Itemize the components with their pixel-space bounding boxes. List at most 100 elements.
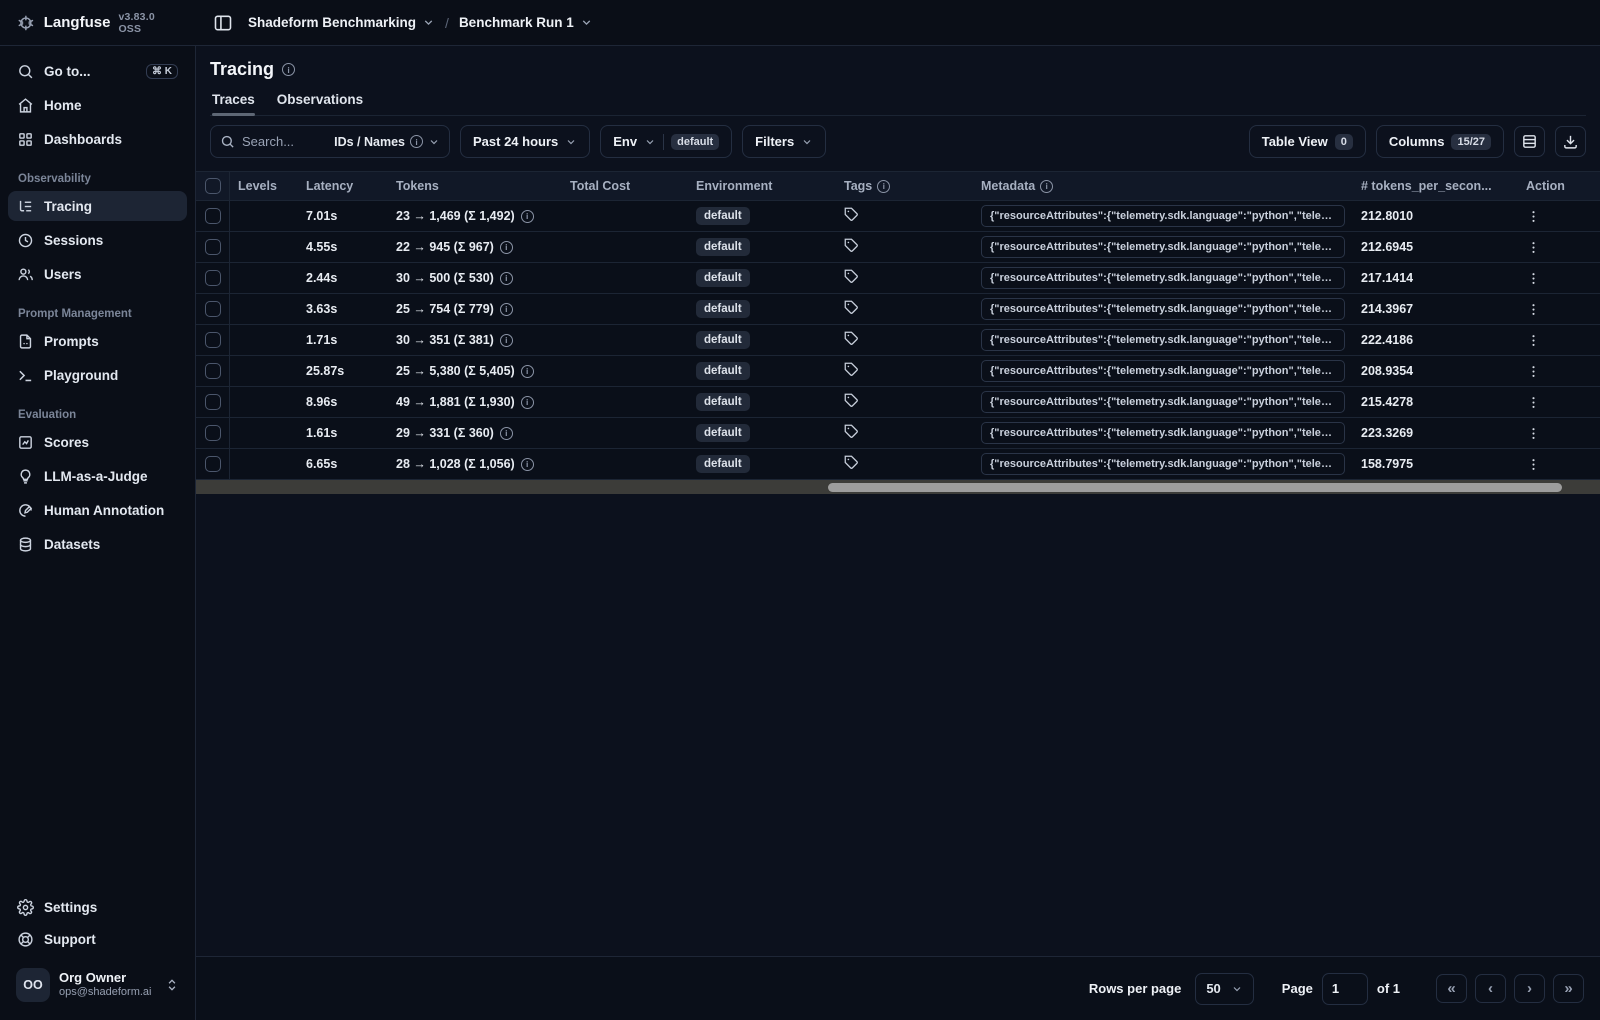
sidebar-toggle-button[interactable] <box>208 8 238 38</box>
columns-button[interactable]: Columns 15/27 <box>1375 125 1504 158</box>
table-row[interactable]: 6.65s 28 → 1,028 (Σ 1,056) default {"res… <box>196 449 1600 480</box>
row-checkbox[interactable] <box>204 270 221 286</box>
info-icon[interactable] <box>499 426 513 440</box>
metadata-box[interactable]: {"resourceAttributes":{"telemetry.sdk.la… <box>981 422 1345 444</box>
info-icon[interactable] <box>499 333 513 347</box>
sidebar-item-scores[interactable]: Scores <box>8 427 187 457</box>
tag-icon[interactable] <box>844 300 859 315</box>
metadata-box[interactable]: {"resourceAttributes":{"telemetry.sdk.la… <box>981 205 1345 227</box>
metadata-box[interactable]: {"resourceAttributes":{"telemetry.sdk.la… <box>981 236 1345 258</box>
tag-icon[interactable] <box>844 362 859 377</box>
row-menu-button[interactable] <box>1526 395 1541 410</box>
sidebar-item-home[interactable]: Home <box>8 90 187 120</box>
sidebar-item-support[interactable]: Support <box>8 924 187 954</box>
tag-icon[interactable] <box>844 269 859 284</box>
info-icon[interactable] <box>520 395 534 409</box>
info-icon[interactable] <box>520 209 534 223</box>
sidebar-item-llm-as-a-judge[interactable]: LLM-as-a-Judge <box>8 461 187 491</box>
tag-icon[interactable] <box>844 207 859 222</box>
table-row[interactable]: 1.71s 30 → 351 (Σ 381) default {"resourc… <box>196 325 1600 356</box>
table-view-button[interactable]: Table View 0 <box>1248 125 1366 158</box>
header-metadata[interactable]: Metadata <box>973 179 1353 193</box>
header-latency[interactable]: Latency <box>298 179 388 193</box>
filters-button[interactable]: Filters <box>742 125 827 158</box>
row-checkbox[interactable] <box>204 332 221 348</box>
header-environment[interactable]: Environment <box>688 179 836 193</box>
sidebar-item-settings[interactable]: Settings <box>8 892 187 922</box>
row-checkbox[interactable] <box>204 394 221 410</box>
first-page-button[interactable]: « <box>1436 974 1467 1003</box>
tab-traces[interactable]: Traces <box>212 92 255 116</box>
scrollbar-thumb[interactable] <box>827 482 1563 492</box>
row-menu-button[interactable] <box>1526 209 1541 224</box>
row-checkbox[interactable] <box>204 363 221 379</box>
table-row[interactable]: 25.87s 25 → 5,380 (Σ 5,405) default {"re… <box>196 356 1600 387</box>
row-checkbox[interactable] <box>204 456 221 472</box>
row-checkbox[interactable] <box>204 425 221 441</box>
metadata-box[interactable]: {"resourceAttributes":{"telemetry.sdk.la… <box>981 453 1345 475</box>
rows-per-page-select[interactable]: 50 <box>1195 972 1254 1005</box>
search-mode-selector[interactable]: IDs / Names <box>334 135 440 149</box>
metadata-box[interactable]: {"resourceAttributes":{"telemetry.sdk.la… <box>981 329 1345 351</box>
tag-icon[interactable] <box>844 331 859 346</box>
row-menu-button[interactable] <box>1526 426 1541 441</box>
row-checkbox[interactable] <box>204 208 221 224</box>
row-menu-button[interactable] <box>1526 333 1541 348</box>
time-range-button[interactable]: Past 24 hours <box>460 125 591 158</box>
next-page-button[interactable]: › <box>1514 974 1545 1003</box>
table-row[interactable]: 1.61s 29 → 331 (Σ 360) default {"resourc… <box>196 418 1600 449</box>
row-menu-button[interactable] <box>1526 457 1541 472</box>
sidebar-item-users[interactable]: Users <box>8 259 187 289</box>
search-input[interactable] <box>242 134 308 149</box>
metadata-box[interactable]: {"resourceAttributes":{"telemetry.sdk.la… <box>981 298 1345 320</box>
page-number-input[interactable] <box>1321 972 1368 1005</box>
tag-icon[interactable] <box>844 238 859 253</box>
row-height-button[interactable] <box>1514 126 1545 157</box>
info-icon[interactable] <box>520 457 534 471</box>
sidebar-item-dashboards[interactable]: Dashboards <box>8 124 187 154</box>
sidebar-item-datasets[interactable]: Datasets <box>8 529 187 559</box>
row-menu-button[interactable] <box>1526 302 1541 317</box>
header-tokens-per-second[interactable]: # tokens_per_secon... <box>1353 179 1508 193</box>
tag-icon[interactable] <box>844 424 859 439</box>
search-box[interactable]: IDs / Names <box>210 125 450 158</box>
env-filter-button[interactable]: Env default <box>600 125 733 158</box>
user-menu[interactable]: OO Org Owner ops@shadeform.ai <box>10 964 185 1006</box>
header-tags[interactable]: Tags <box>836 179 973 193</box>
row-checkbox[interactable] <box>204 301 221 317</box>
sidebar-item-tracing[interactable]: Tracing <box>8 191 187 221</box>
metadata-box[interactable]: {"resourceAttributes":{"telemetry.sdk.la… <box>981 391 1345 413</box>
metadata-box[interactable]: {"resourceAttributes":{"telemetry.sdk.la… <box>981 360 1345 382</box>
breadcrumb-run[interactable]: Benchmark Run 1 <box>459 15 593 30</box>
header-levels[interactable]: Levels <box>230 179 298 193</box>
row-menu-button[interactable] <box>1526 364 1541 379</box>
table-row[interactable]: 8.96s 49 → 1,881 (Σ 1,930) default {"res… <box>196 387 1600 418</box>
breadcrumb-project[interactable]: Shadeform Benchmarking <box>248 15 435 30</box>
horizontal-scrollbar[interactable] <box>196 480 1600 494</box>
last-page-button[interactable]: » <box>1553 974 1584 1003</box>
row-menu-button[interactable] <box>1526 271 1541 286</box>
info-icon[interactable] <box>499 240 513 254</box>
info-icon[interactable] <box>520 364 534 378</box>
info-icon[interactable] <box>282 63 296 76</box>
table-row[interactable]: 2.44s 30 → 500 (Σ 530) default {"resourc… <box>196 263 1600 294</box>
header-tokens[interactable]: Tokens <box>388 179 562 193</box>
sidebar-item-playground[interactable]: Playground <box>8 360 187 390</box>
select-all-checkbox[interactable] <box>204 178 221 194</box>
export-button[interactable] <box>1555 126 1586 157</box>
goto-search-button[interactable]: Go to... ⌘ K <box>8 56 187 86</box>
tab-observations[interactable]: Observations <box>277 92 363 115</box>
table-row[interactable]: 4.55s 22 → 945 (Σ 967) default {"resourc… <box>196 232 1600 263</box>
previous-page-button[interactable]: ‹ <box>1475 974 1506 1003</box>
header-total-cost[interactable]: Total Cost <box>562 179 688 193</box>
sidebar-item-prompts[interactable]: Prompts <box>8 326 187 356</box>
info-icon[interactable] <box>499 271 513 285</box>
tag-icon[interactable] <box>844 393 859 408</box>
sidebar-item-sessions[interactable]: Sessions <box>8 225 187 255</box>
tag-icon[interactable] <box>844 455 859 470</box>
table-row[interactable]: 7.01s 23 → 1,469 (Σ 1,492) default {"res… <box>196 201 1600 232</box>
info-icon[interactable] <box>499 302 513 316</box>
metadata-box[interactable]: {"resourceAttributes":{"telemetry.sdk.la… <box>981 267 1345 289</box>
table-row[interactable]: 3.63s 25 → 754 (Σ 779) default {"resourc… <box>196 294 1600 325</box>
row-checkbox[interactable] <box>204 239 221 255</box>
